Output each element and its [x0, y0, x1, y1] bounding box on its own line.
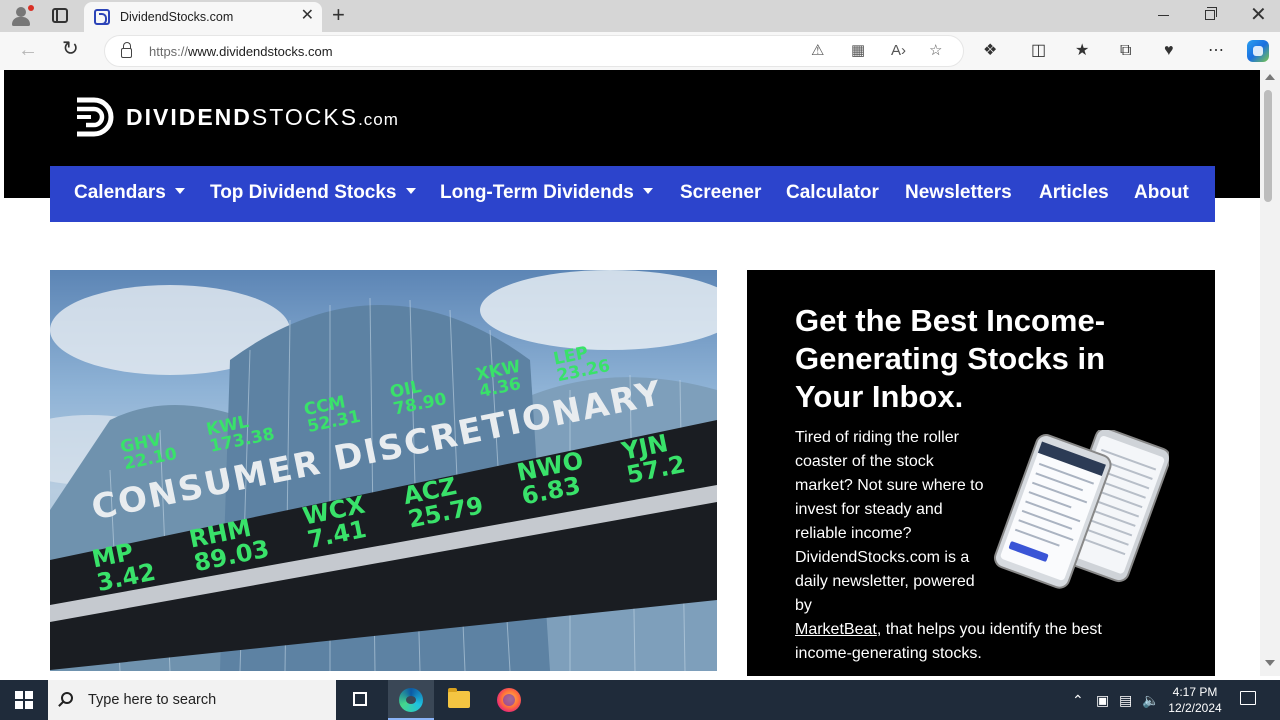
page-scrollbar[interactable] [1260, 70, 1280, 676]
address-bar[interactable]: https://www.dividendstocks.com ⚠ ▦ A› ☆ [104, 35, 964, 67]
window-restore-button[interactable] [1205, 7, 1217, 20]
lock-icon[interactable] [121, 42, 132, 58]
ticker-item: WCX 7.41 [300, 490, 369, 555]
settings-more-icon[interactable]: ⋯ [1208, 42, 1224, 60]
taskbar-search-box[interactable]: Type here to search [48, 680, 336, 720]
tray-app-icon[interactable]: ▣ [1096, 692, 1109, 708]
firefox-icon [497, 688, 521, 712]
read-aloud-icon[interactable]: A› [891, 42, 906, 60]
promo-body: Tired of riding the roller coaster of th… [795, 426, 1135, 666]
nav-top-dividend-stocks[interactable]: Top Dividend Stocks [210, 182, 416, 204]
nav-screener[interactable]: Screener [680, 182, 761, 204]
volume-icon[interactable]: 🔈 [1142, 692, 1159, 708]
nav-long-term-dividends[interactable]: Long-Term Dividends [440, 182, 653, 204]
extensions-icon[interactable]: ❖ [983, 42, 997, 60]
logo-light-text: STOCKS [251, 104, 359, 130]
windows-taskbar: Type here to search ⌃ ▣ ▤ 🔈 4:17 PM 12/2… [0, 680, 1280, 720]
collections-icon[interactable]: ⧉ [1120, 42, 1131, 60]
task-view-icon [353, 692, 367, 706]
nav-calculator[interactable]: Calculator [786, 182, 879, 204]
tab-close-button[interactable]: ✕ [301, 8, 314, 24]
tab-title: DividendStocks.com [120, 10, 234, 24]
ticker-item: OIL 78.90 [388, 376, 449, 420]
task-view-button[interactable] [337, 680, 383, 720]
network-icon[interactable]: ▤ [1119, 692, 1132, 708]
ticker-item: GHV 22.10 [118, 429, 179, 475]
nav-about[interactable]: About [1134, 182, 1189, 204]
system-clock[interactable]: 4:17 PM 12/2/2024 [1162, 684, 1228, 716]
hero-image[interactable]: GHV 22.10 KWL 173.38 CCM 52.31 OIL 78.90 XKW… [50, 270, 717, 671]
tracking-prevention-icon[interactable]: ⚠ [811, 42, 824, 60]
split-screen-icon[interactable]: ◫ [1031, 42, 1046, 60]
ticker-item: NWO 6.83 [514, 446, 586, 511]
scroll-up-arrow-icon[interactable] [1265, 74, 1275, 80]
site-favicon-icon [94, 9, 110, 25]
new-tab-button[interactable]: + [332, 4, 345, 26]
newsletter-promo: Get the Best Income-Generating Stocks in… [747, 270, 1215, 676]
ticker-item: LEP 23.26 [551, 342, 612, 387]
tab-actions-icon[interactable] [52, 8, 68, 23]
browser-toolbar: ← ↻ https://www.dividendstocks.com ⚠ ▦ A… [0, 32, 1280, 70]
taskbar-edge-button[interactable] [388, 680, 434, 720]
app-available-icon[interactable]: ▦ [851, 42, 865, 60]
reload-button[interactable]: ↻ [62, 38, 79, 60]
edge-browser-icon [399, 688, 423, 712]
nav-articles[interactable]: Articles [1039, 182, 1109, 204]
logo-com-text: .com [358, 110, 399, 129]
taskbar-firefox-button[interactable] [486, 680, 532, 720]
chevron-down-icon [174, 187, 185, 194]
clock-time: 4:17 PM [1172, 685, 1218, 699]
chevron-down-icon [642, 187, 653, 194]
folder-icon [448, 688, 470, 708]
search-placeholder: Type here to search [88, 692, 217, 708]
windows-start-icon[interactable] [15, 691, 33, 709]
nav-calendars[interactable]: Calendars [74, 182, 185, 204]
promo-title: Get the Best Income-Generating Stocks in… [795, 303, 1106, 414]
scroll-down-arrow-icon[interactable] [1265, 660, 1275, 666]
profile-icon[interactable] [10, 5, 34, 27]
url-host: www.dividendstocks.com [188, 44, 333, 59]
notification-icon[interactable] [1240, 691, 1256, 705]
window-minimize-button[interactable] [1158, 15, 1169, 16]
window-close-button[interactable]: ✕ [1250, 4, 1267, 26]
scrollbar-thumb[interactable] [1264, 90, 1272, 202]
site-logo-icon[interactable] [74, 97, 116, 137]
browser-essentials-icon[interactable]: ♥ [1164, 42, 1174, 60]
url-scheme: https:// [149, 44, 189, 59]
url-text[interactable]: https://www.dividendstocks.com [149, 44, 333, 59]
browser-tab-bar: DividendStocks.com ✕ + ✕ [0, 0, 1280, 32]
back-button[interactable]: ← [18, 40, 38, 60]
browser-tab[interactable]: DividendStocks.com ✕ [84, 2, 322, 32]
promo-body-text: Tired of riding the roller coaster of th… [795, 429, 984, 614]
favorite-star-icon[interactable]: ☆ [929, 42, 942, 60]
site-logo[interactable]: DIVIDENDSTOCKS.com [126, 104, 399, 131]
clock-date: 12/2/2024 [1168, 701, 1222, 715]
ticker-item: CCM 52.31 [302, 392, 363, 437]
chevron-up-icon[interactable]: ⌃ [1072, 692, 1084, 708]
main-navigation: Calendars Top Dividend Stocks Long-Term … [50, 166, 1215, 222]
taskbar-file-explorer-button[interactable] [436, 680, 482, 720]
search-icon [61, 692, 73, 704]
nav-newsletters[interactable]: Newsletters [905, 182, 1012, 204]
chevron-down-icon [405, 187, 416, 194]
page-viewport: DIVIDENDSTOCKS.com Calendars Top Dividen… [4, 70, 1260, 676]
logo-bold-text: DIVIDEND [126, 104, 252, 130]
ticker-item: YJN 57.2 [619, 428, 688, 490]
ticker-item: XKW 4.36 [474, 356, 523, 402]
copilot-icon[interactable] [1247, 40, 1269, 62]
favorites-icon[interactable]: ★ [1075, 42, 1089, 60]
marketbeat-link[interactable]: MarketBeat [795, 621, 877, 638]
ticker-item: MP 3.42 [89, 537, 158, 597]
